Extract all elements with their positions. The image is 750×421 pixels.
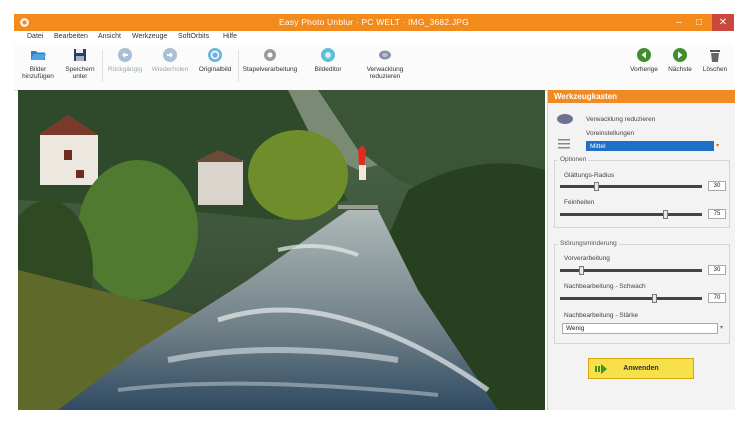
tool-name: Verwacklung reduzieren bbox=[586, 116, 656, 123]
toolbar-separator bbox=[238, 50, 239, 82]
undo-button[interactable]: Rückgängig bbox=[104, 47, 146, 87]
image-editor-button[interactable]: Bildeditor bbox=[304, 47, 352, 87]
folder-open-icon bbox=[31, 51, 46, 60]
blur-reduce-icon bbox=[379, 50, 391, 60]
menu-datei[interactable]: Datei bbox=[27, 33, 43, 40]
detail-slider[interactable] bbox=[560, 210, 702, 219]
redo-button[interactable]: Wiederholen bbox=[148, 47, 192, 87]
menu-softorbits[interactable]: SoftOrbits bbox=[178, 33, 209, 40]
gear-icon bbox=[264, 49, 276, 61]
detail-label: Feinheiten bbox=[564, 199, 595, 206]
save-as-button[interactable]: Speichern unter bbox=[60, 47, 100, 87]
batch-processing-button[interactable]: Stapelverarbeitung bbox=[241, 47, 299, 87]
add-images-button[interactable]: Bilder hinzufügen bbox=[18, 47, 58, 87]
slider-thumb[interactable] bbox=[663, 210, 668, 219]
delete-button[interactable]: Löschen bbox=[699, 47, 731, 87]
slider-thumb[interactable] bbox=[579, 266, 584, 275]
menu-bar: Datei Bearbeiten Ansicht Werkzeuge SoftO… bbox=[14, 31, 734, 44]
apply-button[interactable]: Anwenden bbox=[588, 358, 694, 379]
dropdown-arrow-icon[interactable]: ▾ bbox=[720, 324, 723, 331]
pre-value[interactable]: 30 bbox=[708, 265, 726, 275]
redo-icon bbox=[163, 48, 177, 62]
title-bar: Easy Photo Unblur · PC WELT · IMG_3682.J… bbox=[14, 14, 734, 31]
detail-value[interactable]: 75 bbox=[708, 209, 726, 219]
save-icon bbox=[74, 49, 86, 61]
menu-bearbeiten[interactable]: Bearbeiten bbox=[54, 33, 88, 40]
strength-label: Nachbearbeitung - Stärke bbox=[564, 312, 639, 319]
previous-button[interactable]: Vorherige bbox=[627, 47, 661, 87]
noise-title: Störungsminderung bbox=[558, 240, 619, 247]
post-slider[interactable] bbox=[560, 294, 702, 303]
maximize-button[interactable]: □ bbox=[688, 14, 710, 31]
apply-arrow-icon bbox=[595, 364, 607, 374]
post-value[interactable]: 70 bbox=[708, 293, 726, 303]
close-button[interactable]: ✕ bbox=[712, 14, 734, 31]
menu-werkzeuge[interactable]: Werkzeuge bbox=[132, 33, 167, 40]
arrow-left-icon bbox=[637, 48, 651, 62]
pre-slider[interactable] bbox=[560, 266, 702, 275]
editor-icon bbox=[321, 48, 335, 62]
slider-thumb[interactable] bbox=[594, 182, 599, 191]
menu-hilfe[interactable]: Hilfe bbox=[223, 33, 237, 40]
arrow-right-icon bbox=[673, 48, 687, 62]
smooth-value[interactable]: 30 bbox=[708, 181, 726, 191]
pre-label: Vorverarbeitung bbox=[564, 255, 610, 262]
next-button[interactable]: Nächste bbox=[664, 47, 696, 87]
refresh-icon bbox=[208, 48, 222, 62]
slider-track bbox=[560, 213, 702, 216]
smooth-slider[interactable] bbox=[560, 182, 702, 191]
slider-track bbox=[560, 185, 702, 188]
blur-tool-icon bbox=[557, 114, 573, 124]
presets-label: Voreinstellungen bbox=[586, 130, 635, 137]
reduce-shake-button[interactable]: Verwacklung reduzieren bbox=[356, 47, 414, 87]
panel-header: Werkzeugkasten bbox=[548, 90, 735, 103]
menu-ansicht[interactable]: Ansicht bbox=[98, 33, 121, 40]
slider-track bbox=[560, 297, 702, 300]
trash-icon bbox=[710, 50, 720, 62]
original-image-button[interactable]: Originalbild bbox=[194, 47, 236, 87]
dropdown-arrow-icon[interactable]: ▾ bbox=[716, 142, 719, 149]
presets-select[interactable]: Mittel bbox=[586, 141, 714, 151]
river-photo bbox=[18, 90, 545, 410]
toolbar-separator bbox=[102, 50, 103, 82]
strength-select[interactable]: Wenig bbox=[562, 323, 718, 334]
smooth-label: Glättungs-Radius bbox=[564, 172, 615, 179]
minimize-button[interactable]: – bbox=[668, 14, 690, 31]
toolbox-panel: Werkzeugkasten Verwacklung reduzieren Vo… bbox=[547, 90, 735, 410]
undo-icon bbox=[118, 48, 132, 62]
window-title: Easy Photo Unblur · PC WELT · IMG_3682.J… bbox=[279, 17, 469, 27]
presets-icon bbox=[558, 139, 570, 149]
toolbar: Bilder hinzufügen Speichern unter Rückgä… bbox=[14, 44, 734, 91]
photo-canvas[interactable] bbox=[18, 90, 545, 410]
options-title: Optionen bbox=[558, 156, 589, 163]
slider-thumb[interactable] bbox=[652, 294, 657, 303]
post-label: Nachbearbeitung - Schwach bbox=[564, 283, 646, 290]
